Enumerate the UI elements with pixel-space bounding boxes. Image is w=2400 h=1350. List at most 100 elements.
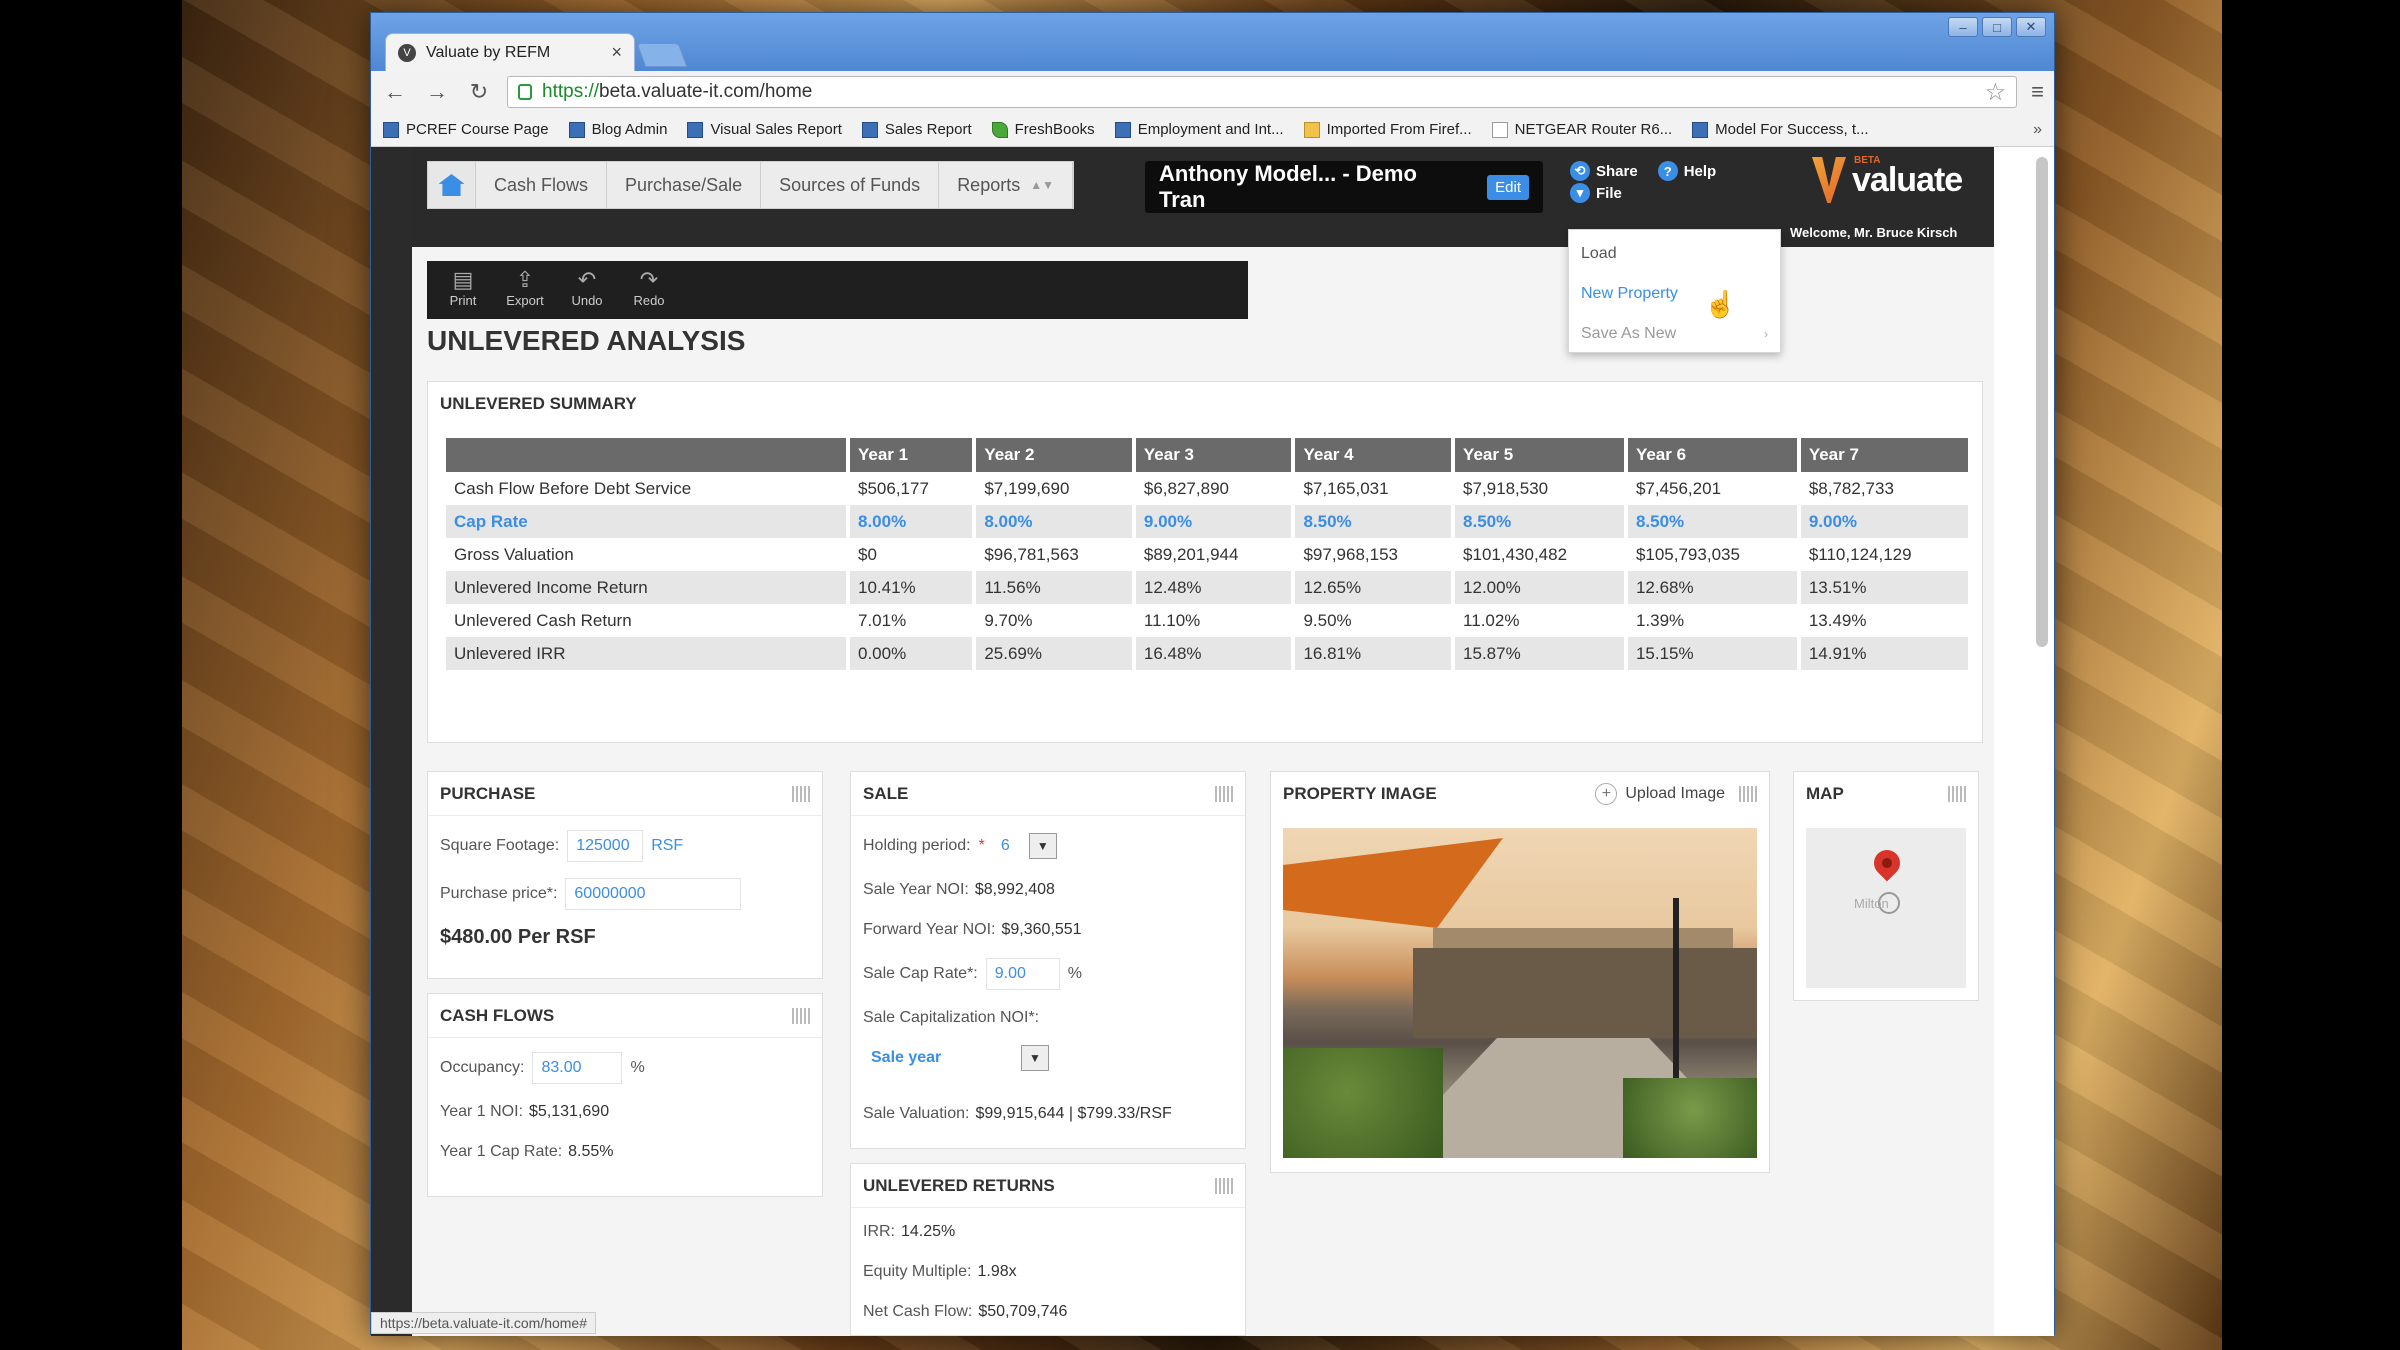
panel-title: SALE — [863, 783, 909, 803]
close-window-button[interactable]: ✕ — [2016, 17, 2046, 37]
row-label: Gross Valuation — [454, 544, 574, 564]
drag-handle-icon[interactable] — [792, 1007, 810, 1024]
table-cell: 16.81% — [1295, 637, 1452, 670]
holding-period-value[interactable]: 6 — [992, 830, 1021, 862]
panel-header: UNLEVERED RETURNS — [851, 1164, 1245, 1208]
print-icon: ▤ — [452, 267, 474, 292]
drag-handle-icon[interactable] — [1948, 786, 1966, 802]
table-cell: 12.00% — [1455, 571, 1624, 604]
help-link[interactable]: ? Help — [1657, 161, 1716, 181]
holding-period-dropdown-icon[interactable]: ▼ — [1028, 833, 1057, 859]
site-icon — [687, 121, 704, 138]
bookmark-label: Blog Admin — [591, 121, 668, 138]
bookmarks-more-button[interactable]: » — [2033, 121, 2042, 139]
bookmark-star-icon[interactable]: ☆ — [1985, 78, 2007, 107]
sale-cap-noi-dropdown-icon[interactable]: ▼ — [1021, 1045, 1049, 1071]
file-menu-link[interactable]: ▾ File — [1570, 183, 1622, 203]
table-cell: $7,199,690 — [984, 478, 1070, 498]
table-cell: 12.65% — [1295, 571, 1452, 604]
page-scrollbar[interactable] — [2036, 157, 2048, 647]
purchase-price-input[interactable]: 60000000 — [565, 878, 742, 910]
field-label: Sale Cap Rate*: — [863, 965, 978, 982]
file-label: File — [1596, 184, 1622, 202]
sale-cap-rate-input[interactable]: 9.00 — [985, 958, 1060, 990]
drag-handle-icon[interactable] — [1215, 785, 1233, 802]
browser-window: V Valuate by REFM × – □ ✕ ← → ↻ https://… — [370, 12, 2055, 1336]
nav-purchase-sale[interactable]: Purchase/Sale — [607, 162, 762, 208]
maximize-button[interactable]: □ — [1982, 17, 2012, 37]
table-cell: $105,793,035 — [1635, 544, 1740, 564]
tab-close-icon[interactable]: × — [611, 42, 622, 63]
model-name-box: Anthony Model... - Demo Tran Edit — [1145, 161, 1543, 213]
drag-handle-icon[interactable] — [792, 785, 810, 802]
bookmark-item[interactable]: NETGEAR Router R6... — [1491, 121, 1672, 138]
column-header: Year 1 — [850, 438, 973, 472]
sale-cap-noi-select[interactable]: Sale year — [863, 1042, 1013, 1074]
new-tab-button[interactable] — [636, 43, 688, 67]
kv-value: $5,131,690 — [529, 1103, 610, 1120]
back-icon[interactable]: ← — [381, 79, 409, 105]
lock-icon — [518, 84, 532, 100]
share-link[interactable]: ⟲ Share — [1570, 161, 1638, 181]
table-cell: 7.01% — [858, 610, 907, 630]
nav-label: Purchase/Sale — [625, 174, 743, 195]
kv-label: Year 1 NOI: — [440, 1103, 524, 1120]
bookmark-item[interactable]: Model For Success, t... — [1692, 121, 1869, 138]
toolbar-label: Export — [506, 293, 544, 308]
sale-cap-noi-row: Sale year ▼ — [851, 1038, 1245, 1078]
drag-handle-icon[interactable] — [1215, 1177, 1233, 1194]
export-button[interactable]: ⇪ Export — [501, 267, 549, 313]
occupancy-input[interactable]: 83.00 — [532, 1052, 623, 1084]
map-view[interactable]: Milton — [1806, 828, 1966, 988]
nav-reports[interactable]: Reports ▲▼ — [939, 162, 1073, 208]
price-row: Purchase price*: 60000000 — [428, 870, 822, 918]
browser-menu-icon[interactable]: ≡ — [2031, 79, 2044, 105]
url-text[interactable]: https://beta.valuate-it.com/home — [542, 81, 1975, 103]
bookmark-item[interactable]: PCREF Course Page — [383, 121, 549, 138]
table-cell: $6,827,890 — [1143, 478, 1229, 498]
table-corner — [446, 438, 846, 472]
drag-handle-icon[interactable] — [1739, 786, 1757, 802]
edit-model-button[interactable]: Edit — [1487, 174, 1529, 200]
sqft-input[interactable]: 125000 — [567, 830, 644, 862]
logo-wordmark: valuate — [1852, 160, 1963, 199]
map-panel: MAP Milton — [1793, 771, 1979, 1001]
bookmark-item[interactable]: FreshBooks — [991, 121, 1095, 138]
bookmark-item[interactable]: Blog Admin — [568, 121, 668, 138]
nav-cash-flows[interactable]: Cash Flows — [476, 162, 608, 208]
panel-header: PURCHASE — [428, 772, 822, 816]
bookmark-item[interactable]: Sales Report — [861, 121, 972, 138]
redo-button[interactable]: ↷ Redo — [625, 267, 673, 313]
plus-icon: + — [1595, 783, 1618, 805]
menu-item-save-as-new[interactable]: Save As New › — [1569, 314, 1780, 354]
panel-header: SALE — [851, 772, 1245, 816]
sqft-unit: RSF — [651, 837, 684, 854]
upload-image-button[interactable]: + Upload Image — [1595, 783, 1725, 805]
address-bar[interactable]: https://beta.valuate-it.com/home ☆ — [507, 76, 2018, 108]
minimize-button[interactable]: – — [1948, 17, 1978, 37]
toolbar-label: Print — [449, 293, 477, 308]
undo-button[interactable]: ↶ Undo — [563, 267, 611, 313]
welcome-user[interactable]: Welcome, Mr. Bruce Kirsch — [1790, 225, 1957, 240]
bookmark-label: Visual Sales Report — [710, 121, 842, 138]
row-label[interactable]: Cap Rate — [446, 505, 846, 538]
bookmark-item[interactable]: Employment and Int... — [1114, 121, 1284, 138]
header-links: ⟲ Share ? Help ▾ File — [1570, 161, 1716, 203]
panel-title: MAP — [1806, 784, 1844, 803]
nav-sources-of-funds[interactable]: Sources of Funds — [761, 162, 940, 208]
browser-tab[interactable]: V Valuate by REFM × — [385, 33, 635, 71]
print-button[interactable]: ▤ Print — [439, 267, 487, 313]
reload-icon[interactable]: ↻ — [465, 79, 493, 105]
home-button[interactable] — [428, 162, 476, 208]
menu-item-new-property[interactable]: New Property — [1569, 274, 1780, 314]
bookmark-item[interactable]: Visual Sales Report — [687, 121, 842, 138]
table-cell: 10.41% — [850, 571, 973, 604]
file-menu-dropdown: Load New Property Save As New › — [1568, 229, 1781, 353]
column-header: Year 5 — [1455, 438, 1624, 472]
forward-icon[interactable]: → — [423, 79, 451, 105]
menu-item-load[interactable]: Load — [1569, 234, 1780, 274]
table-cell: $97,968,153 — [1303, 544, 1399, 564]
bookmark-item[interactable]: Imported From Firef... — [1303, 121, 1472, 138]
file-dropdown-icon: ▾ — [1570, 183, 1590, 203]
model-name: Anthony Model... - Demo Tran — [1159, 161, 1417, 212]
